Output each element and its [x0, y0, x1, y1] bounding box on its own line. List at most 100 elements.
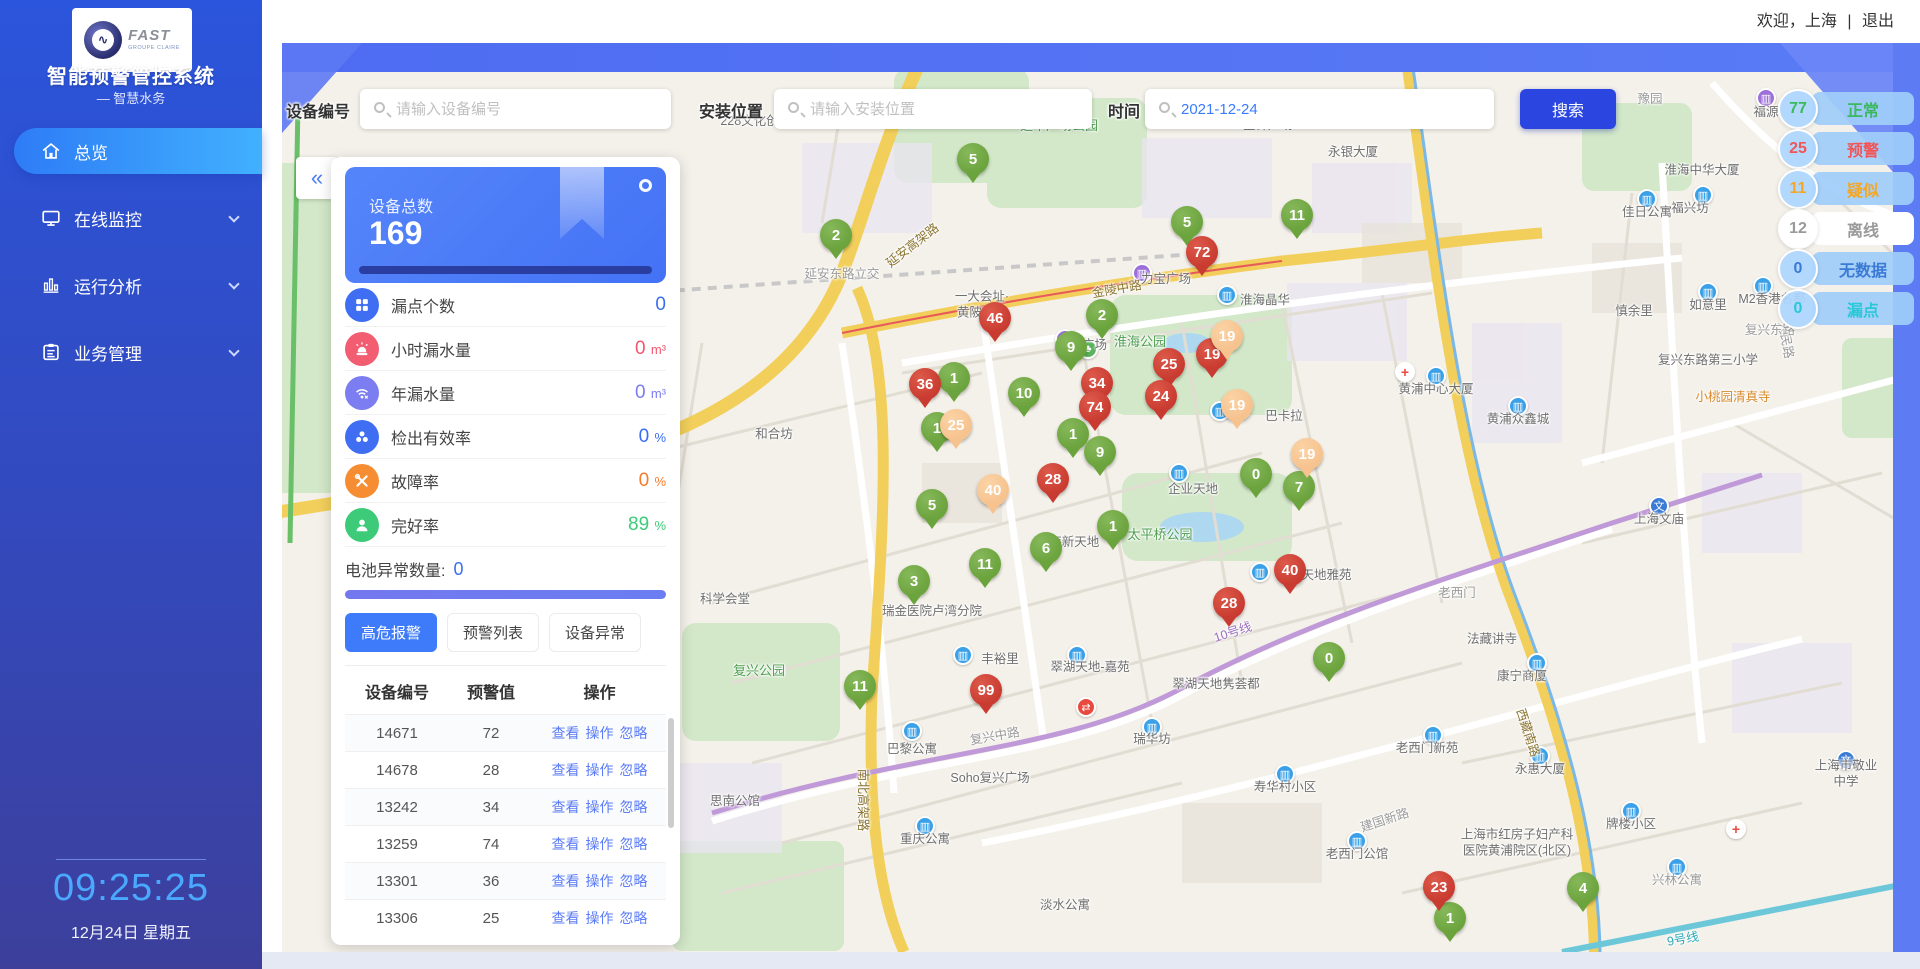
marker-alarm-74[interactable]: 74: [1079, 391, 1111, 423]
sidebar-item-2[interactable]: 运行分析: [14, 262, 262, 308]
map-canvas[interactable]: 设备编号 安装位置 时间 搜索 « 设备总数 169 漏点个数0小时漏水量0 m…: [282, 43, 1920, 952]
marker-normal-2[interactable]: 2: [1086, 299, 1118, 331]
tab-1[interactable]: 预警列表: [447, 613, 539, 652]
marker-normal-4[interactable]: 4: [1567, 872, 1599, 904]
marker-normal-5[interactable]: 5: [916, 489, 948, 521]
marker-alarm-28[interactable]: 28: [1037, 463, 1069, 495]
cell-alarm-value: 28: [449, 762, 533, 779]
person-icon: [345, 508, 379, 542]
stat-value: 0 %: [639, 470, 666, 492]
marker-alarm-40[interactable]: 40: [1274, 554, 1306, 586]
marker-normal-9[interactable]: 9: [1084, 436, 1116, 468]
row-action-ignore[interactable]: 忽略: [620, 725, 648, 741]
map-place-label: 永银大厦: [1328, 145, 1378, 161]
row-action-view[interactable]: 查看: [552, 762, 580, 778]
clock-date: 12月24日 星期五: [0, 919, 262, 943]
map-place-label: 淮海公园: [1114, 334, 1166, 350]
table-row: 1324234查看操作忽略: [345, 788, 666, 825]
marker-normal-11[interactable]: 11: [844, 670, 876, 702]
date-input[interactable]: [1145, 89, 1494, 129]
marker-alarm-99[interactable]: 99: [970, 674, 1002, 706]
marker-normal-5[interactable]: 5: [1171, 206, 1203, 238]
marker-normal-9[interactable]: 9: [1055, 331, 1087, 363]
map-place-label: 黄浦众鑫城: [1487, 412, 1550, 428]
top-header: 欢迎，上海 | 退出: [262, 0, 1920, 43]
marker-normal-11[interactable]: 11: [969, 548, 1001, 580]
sidebar-item-3[interactable]: 业务管理: [14, 329, 262, 375]
marker-suspect-19[interactable]: 19: [1211, 320, 1243, 352]
stat-row-3: 检出有效率0 %: [345, 415, 666, 459]
device-id-label: 设备编号: [286, 98, 350, 122]
row-action-ignore[interactable]: 忽略: [620, 873, 648, 889]
marker-normal-0[interactable]: 0: [1313, 642, 1345, 674]
marker-alarm-24[interactable]: 24: [1145, 380, 1177, 412]
device-total-value: 169: [369, 215, 422, 252]
row-action-operate[interactable]: 操作: [586, 725, 614, 741]
marker-normal-0[interactable]: 0: [1240, 458, 1272, 490]
map-place-label: 复兴公园: [733, 663, 785, 679]
map-place-label: 企业天地: [1168, 482, 1218, 498]
row-action-view[interactable]: 查看: [552, 910, 580, 926]
group-icon: [345, 420, 379, 454]
row-action-ignore[interactable]: 忽略: [620, 799, 648, 815]
marker-alarm-36[interactable]: 36: [909, 368, 941, 400]
table-header-cell: 操作: [533, 679, 666, 703]
row-action-operate[interactable]: 操作: [586, 873, 614, 889]
marker-suspect-25[interactable]: 25: [940, 409, 972, 441]
marker-suspect-19[interactable]: 19: [1221, 389, 1253, 421]
marker-alarm-23[interactable]: 23: [1423, 871, 1455, 903]
tab-0[interactable]: 高危报警: [345, 613, 437, 652]
row-action-operate[interactable]: 操作: [586, 910, 614, 926]
marker-normal-1[interactable]: 1: [938, 362, 970, 394]
map-place-label: 巴黎公寓: [887, 742, 937, 758]
install-location-input[interactable]: [774, 89, 1092, 129]
marker-normal-3[interactable]: 3: [898, 565, 930, 597]
marker-suspect-19[interactable]: 19: [1291, 438, 1323, 470]
marker-normal-2[interactable]: 2: [820, 219, 852, 251]
map-place-label: 淮海晶华: [1240, 293, 1290, 309]
row-action-ignore[interactable]: 忽略: [620, 762, 648, 778]
marker-suspect-40[interactable]: 40: [977, 474, 1009, 506]
marker-normal-6[interactable]: 6: [1030, 532, 1062, 564]
cell-alarm-value: 72: [449, 725, 533, 742]
marker-normal-5[interactable]: 5: [957, 143, 989, 175]
marker-alarm-28[interactable]: 28: [1213, 587, 1245, 619]
device-total-card: 设备总数 169: [345, 167, 666, 283]
legend-count: 25: [1778, 129, 1818, 169]
marker-alarm-25[interactable]: 25: [1153, 348, 1185, 380]
marker-alarm-46[interactable]: 46: [979, 302, 1011, 334]
radio-dot-icon[interactable]: [639, 179, 652, 192]
tab-2[interactable]: 设备异常: [549, 613, 641, 652]
building-poi-icon: ▥: [953, 645, 973, 665]
row-action-view[interactable]: 查看: [552, 799, 580, 815]
logo-brand: FAST: [128, 28, 180, 43]
row-action-operate[interactable]: 操作: [586, 762, 614, 778]
marker-alarm-72[interactable]: 72: [1186, 236, 1218, 268]
row-action-view[interactable]: 查看: [552, 725, 580, 741]
map-place-label: 思南公馆: [710, 794, 760, 810]
marker-normal-11[interactable]: 11: [1281, 199, 1313, 231]
grid-icon: [345, 288, 379, 322]
device-id-input[interactable]: [360, 89, 671, 129]
table-scrollbar[interactable]: [668, 718, 674, 828]
install-location-label: 安装位置: [699, 98, 763, 122]
row-action-operate[interactable]: 操作: [586, 836, 614, 852]
logo-ring-icon: ∿: [84, 21, 122, 59]
sidebar-item-0[interactable]: 总览: [14, 128, 262, 174]
row-action-ignore[interactable]: 忽略: [620, 910, 648, 926]
marker-normal-1[interactable]: 1: [1097, 510, 1129, 542]
sidebar-item-1[interactable]: 在线监控: [14, 195, 262, 241]
bar-chart-icon: [40, 274, 62, 296]
search-button[interactable]: 搜索: [1520, 89, 1616, 129]
cell-actions: 查看操作忽略: [533, 797, 666, 817]
row-action-view[interactable]: 查看: [552, 836, 580, 852]
logout-link[interactable]: 退出: [1862, 13, 1894, 30]
row-action-view[interactable]: 查看: [552, 873, 580, 889]
marker-normal-10[interactable]: 10: [1008, 377, 1040, 409]
row-action-ignore[interactable]: 忽略: [620, 836, 648, 852]
clock-divider: [56, 859, 206, 860]
cell-device-id: 13301: [345, 873, 449, 890]
battery-row: 电池异常数量: 0: [345, 557, 666, 581]
chevron-down-icon: [228, 211, 239, 222]
row-action-operate[interactable]: 操作: [586, 799, 614, 815]
